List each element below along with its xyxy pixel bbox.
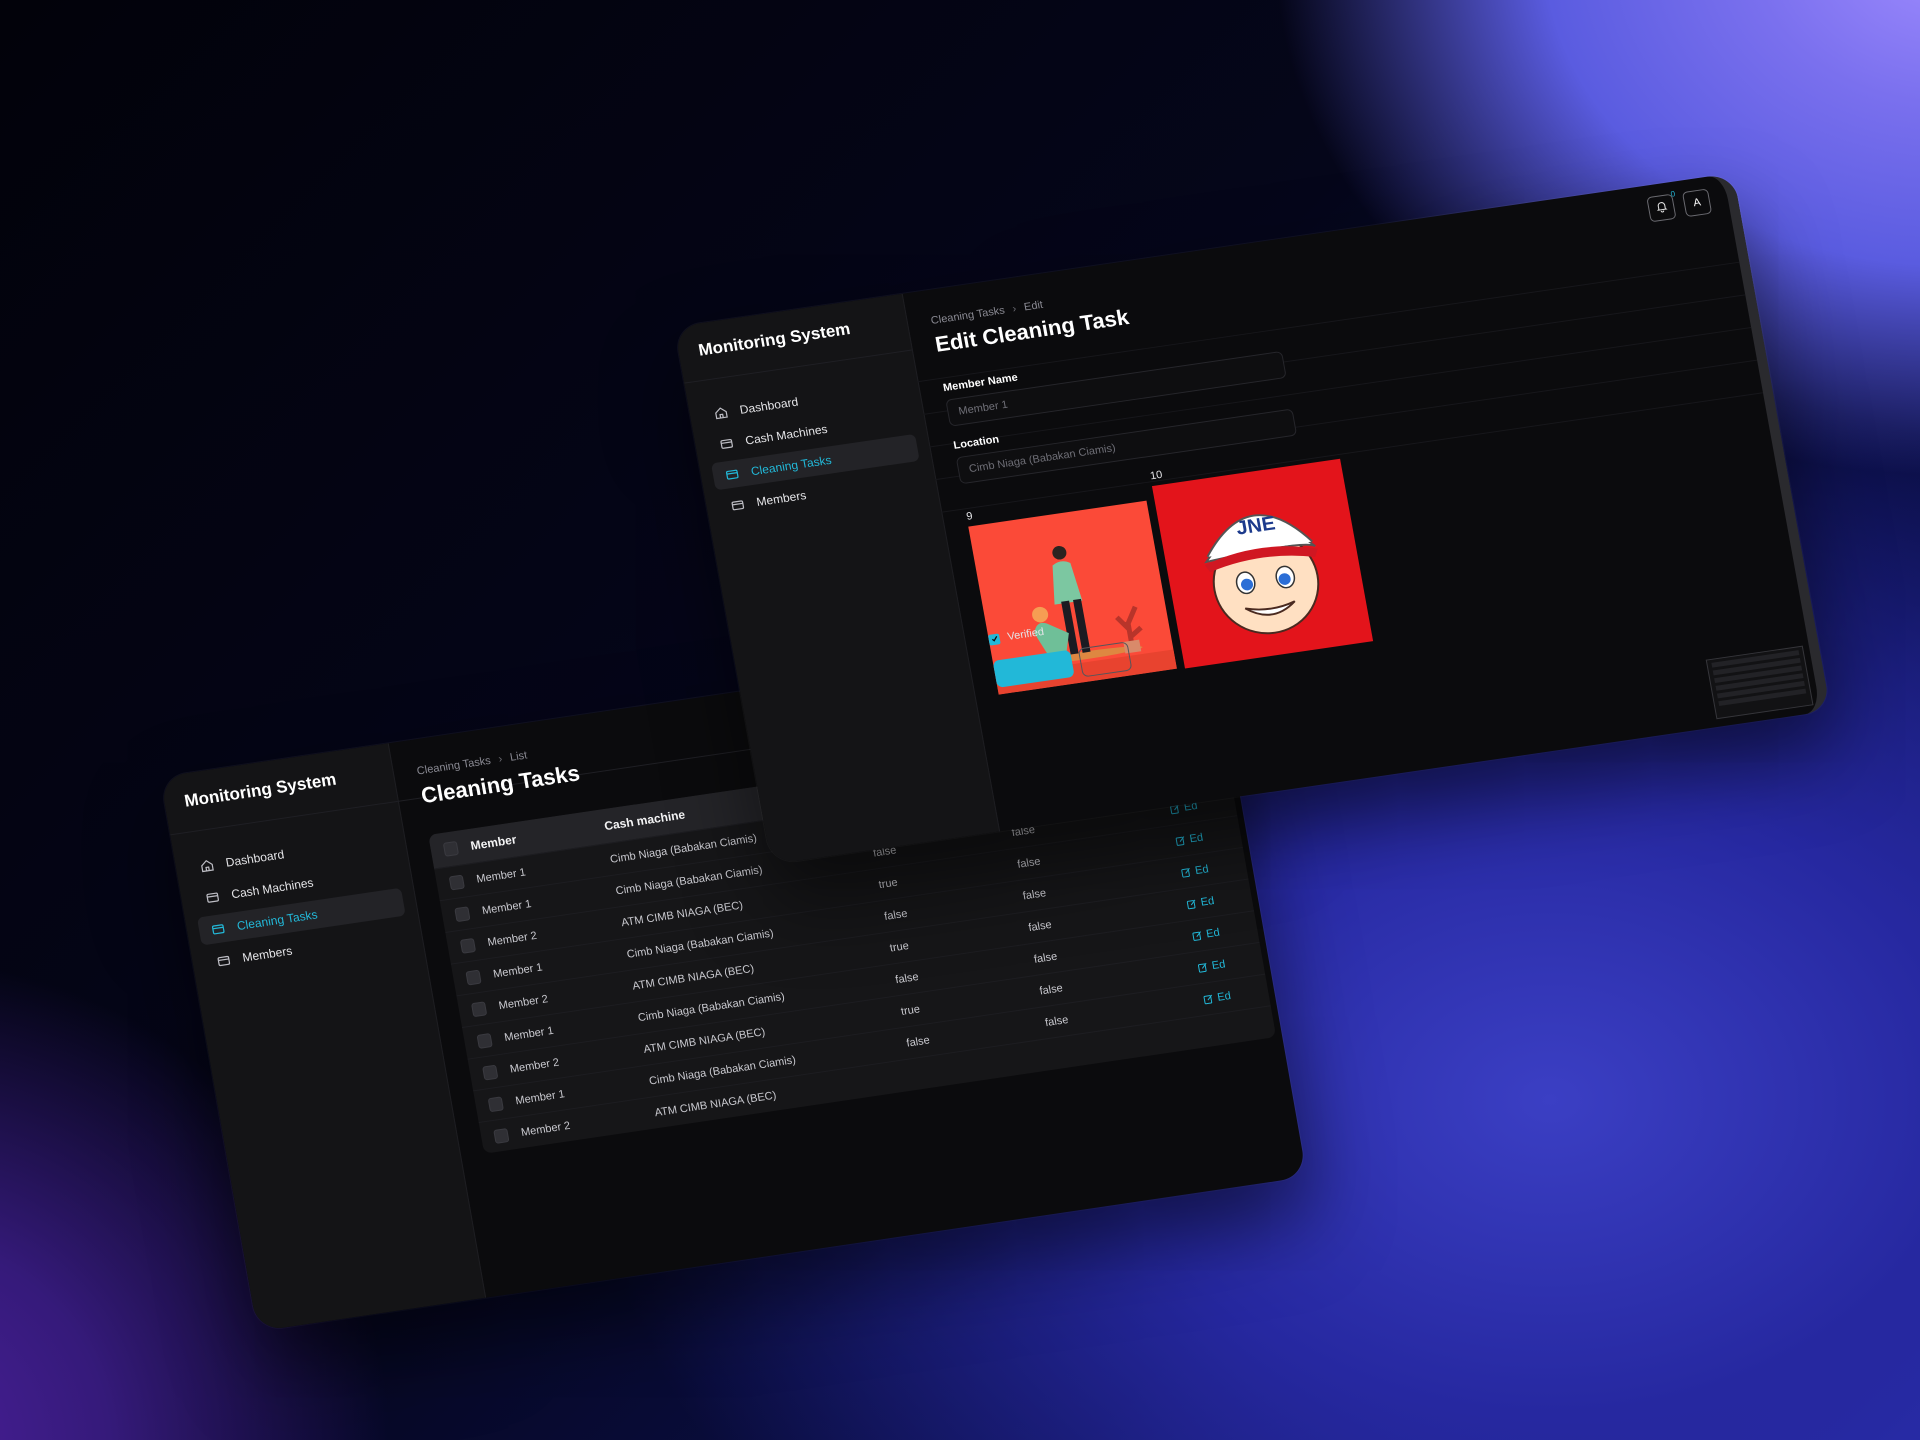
- sidebar-nav: Dashboard Cash Machines Cleaning Tasks M…: [700, 372, 926, 525]
- sidebar-item-label: Members: [755, 488, 808, 509]
- stage: Monitoring System Dashboard Cash Machine…: [0, 0, 1920, 1440]
- edit-icon: [1192, 930, 1204, 941]
- sidebar-item-label: Cleaning Tasks: [235, 907, 319, 934]
- sidebar-item-label: Dashboard: [224, 847, 286, 870]
- edit-label: Ed: [1210, 957, 1227, 972]
- row-checkbox[interactable]: [493, 1127, 510, 1144]
- sidebar-item-label: Cash Machines: [744, 422, 829, 448]
- main-content: 0 A Cleaning Tasks › Edit Edit Cleaning …: [902, 174, 1821, 831]
- chevron-right-icon: ›: [497, 753, 504, 766]
- chevron-right-icon: ›: [1011, 302, 1018, 316]
- edit-link[interactable]: Ed: [1191, 921, 1257, 942]
- cell-status-2: [1051, 1031, 1209, 1054]
- box-icon: [718, 436, 734, 451]
- row-checkbox[interactable]: [476, 1032, 493, 1049]
- edit-label: Ed: [1194, 862, 1210, 877]
- edit-cleaning-task-screen: Monitoring System Dashboard Cash Machine…: [674, 172, 1831, 865]
- row-checkbox[interactable]: [470, 1000, 488, 1017]
- verified-checkbox[interactable]: [987, 633, 1001, 646]
- app-title: Monitoring System: [182, 769, 338, 811]
- row-checkbox[interactable]: [487, 1095, 504, 1112]
- edit-label: Ed: [1188, 831, 1204, 845]
- edit-label: Ed: [1199, 894, 1216, 909]
- row-checkbox[interactable]: [465, 969, 482, 986]
- notification-count: 0: [1669, 189, 1676, 199]
- edit-link[interactable]: Ed: [1197, 952, 1263, 973]
- box-icon: [210, 921, 226, 937]
- mascot-image: JNE: [1151, 458, 1374, 669]
- edit-icon: [1203, 993, 1215, 1004]
- top-actions: 0 A: [1646, 188, 1713, 223]
- sidebar-item-label: Cleaning Tasks: [749, 453, 833, 479]
- row-checkbox[interactable]: [459, 937, 477, 954]
- avatar[interactable]: A: [1681, 188, 1713, 218]
- minimap-thumbnail[interactable]: [1705, 645, 1814, 720]
- box-icon: [216, 953, 232, 969]
- sidebar-nav: Dashboard Cash Machines Cleaning Tasks M…: [186, 824, 412, 981]
- edit-icon: [1180, 866, 1192, 878]
- breadcrumb-item: List: [509, 749, 529, 764]
- breadcrumb-item: Edit: [1023, 299, 1044, 314]
- sidebar-item-label: Dashboard: [738, 394, 800, 417]
- edit-link[interactable]: Ed: [1180, 857, 1246, 878]
- row-checkbox[interactable]: [448, 874, 465, 890]
- gallery-item[interactable]: 10 JNE: [1149, 443, 1374, 669]
- sidebar-item-label: Members: [241, 943, 294, 965]
- edit-label: Ed: [1205, 926, 1221, 940]
- row-checkbox[interactable]: [482, 1064, 499, 1081]
- edit-icon: [1186, 898, 1198, 909]
- box-icon: [724, 466, 740, 481]
- edit-link[interactable]: Ed: [1175, 826, 1241, 847]
- cell-status-1: [912, 1054, 1051, 1074]
- select-all-checkbox[interactable]: [442, 840, 460, 857]
- box-icon: [204, 889, 220, 905]
- bell-icon: [1654, 199, 1670, 216]
- sidebar-item-label: Cash Machines: [230, 875, 315, 902]
- edit-link[interactable]: Ed: [1186, 889, 1252, 910]
- app-title: Monitoring System: [696, 319, 852, 360]
- row-checkbox[interactable]: [454, 905, 471, 922]
- edit-label: Ed: [1216, 989, 1232, 1004]
- edit-link[interactable]: Ed: [1203, 984, 1269, 1005]
- home-icon: [199, 858, 215, 874]
- edit-icon: [1197, 961, 1209, 973]
- notifications-button[interactable]: 0: [1646, 189, 1677, 223]
- box-icon: [730, 497, 746, 512]
- home-icon: [713, 405, 729, 420]
- edit-icon: [1175, 835, 1187, 846]
